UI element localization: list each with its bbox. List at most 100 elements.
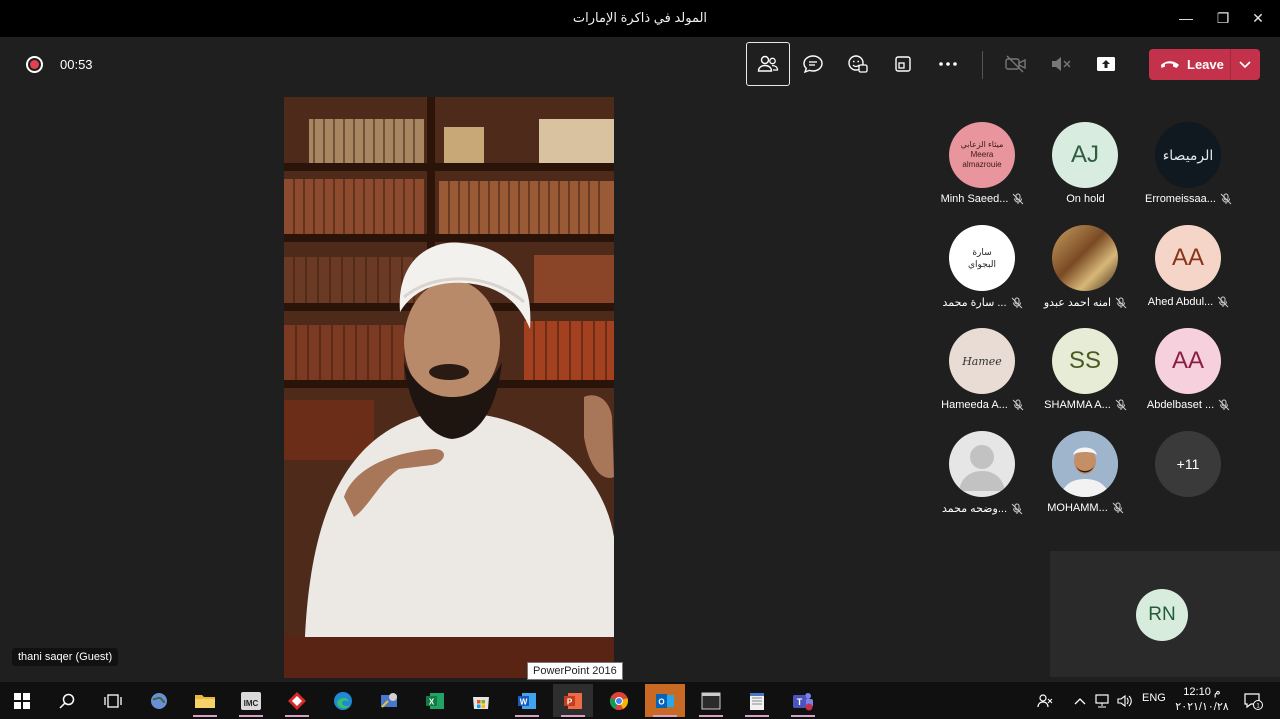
leave-label: Leave <box>1187 57 1224 72</box>
taskbar-app-teams[interactable]: T <box>783 684 823 717</box>
participants-button[interactable] <box>746 42 790 86</box>
terminal-icon <box>701 692 721 709</box>
input-language[interactable]: ENG <box>1142 692 1166 704</box>
tray-network-button[interactable] <box>1092 684 1114 717</box>
taskbar-app-notepad[interactable] <box>737 684 777 717</box>
search-button[interactable] <box>47 684 87 717</box>
taskbar-app-chrome[interactable] <box>599 684 639 717</box>
taskbar-app-imc[interactable]: IMC <box>231 684 271 717</box>
participant-name-row: Minh Saeed... <box>925 193 1040 205</box>
window-titlebar: المولد في ذاكرة الإمارات — ❐ ✕ <box>0 0 1280 37</box>
leave-button[interactable]: Leave <box>1149 49 1260 80</box>
svg-text:P: P <box>567 697 573 706</box>
tray-overflow-button[interactable] <box>1070 684 1090 717</box>
svg-text:O: O <box>658 697 664 706</box>
tray-volume-button[interactable] <box>1114 684 1136 717</box>
camera-toggle-button[interactable] <box>994 42 1038 86</box>
chat-icon <box>803 55 823 74</box>
toolbar-divider <box>982 51 983 79</box>
mic-muted-icon <box>1012 399 1024 411</box>
participant-tile[interactable]: وضحه محمد... <box>931 427 1034 527</box>
participant-tile[interactable]: سارة البجواي سارة محمد ... <box>931 221 1034 321</box>
word-icon: W <box>518 692 536 709</box>
mic-toggle-button[interactable] <box>1039 42 1083 86</box>
participant-name-row: سارة محمد ... <box>925 296 1040 309</box>
avatar: ميثاء الزعابي Meera almazrouie <box>949 122 1015 188</box>
people-icon <box>1037 693 1053 707</box>
windows-taskbar: IMC X W P O T ENG م 12:10 ٢٠٢١/١٠/٢٨ 1 <box>0 682 1280 719</box>
participant-name: MOHAMM... <box>1047 502 1108 514</box>
participant-name: On hold <box>1066 193 1105 205</box>
participant-name-row: Erromeissaa... <box>1131 193 1246 205</box>
taskbar-app-tool[interactable] <box>369 684 409 717</box>
share-content-button[interactable] <box>1084 42 1128 86</box>
participant-tile[interactable]: SS SHAMMA A... <box>1034 324 1137 424</box>
mic-muted-icon <box>1011 297 1022 308</box>
taskbar-app-explorer[interactable] <box>185 684 225 717</box>
camera-off-icon <box>1005 55 1026 73</box>
folder-icon <box>195 694 215 708</box>
participant-name: وضحه محمد... <box>941 503 1007 515</box>
mic-muted-icon <box>1115 297 1127 308</box>
minimize-button[interactable]: — <box>1171 4 1201 32</box>
maximize-button[interactable]: ❐ <box>1208 4 1238 32</box>
leave-divider <box>1230 49 1231 80</box>
participant-name-row: امنه احمد عبدو <box>1028 296 1143 309</box>
svg-text:T: T <box>797 697 803 707</box>
window-title: المولد في ذاكرة الإمارات <box>572 10 708 25</box>
tray-people-button[interactable] <box>1030 684 1060 717</box>
mic-muted-icon <box>1115 399 1127 411</box>
phone-hangup-icon <box>1161 60 1179 68</box>
taskbar-app-outlook[interactable]: O <box>645 684 685 717</box>
action-center-button[interactable]: 1 <box>1236 684 1270 717</box>
taskbar-app-edge[interactable] <box>323 684 363 717</box>
share-tray-icon <box>895 56 911 72</box>
people-icon <box>757 55 779 72</box>
svg-text:IMC: IMC <box>244 699 259 708</box>
excel-icon: X <box>426 692 444 709</box>
taskbar-app-terminal[interactable] <box>691 684 731 717</box>
self-avatar: RN <box>1136 589 1188 641</box>
participant-tile[interactable]: AJ On hold <box>1034 118 1137 218</box>
participant-name: امنه احمد عبدو <box>1043 297 1112 309</box>
more-participants-tile[interactable]: +11 <box>1137 427 1240 527</box>
participant-tile[interactable]: AA Ahed Abdul... <box>1137 221 1240 321</box>
chevron-up-icon <box>1074 697 1086 704</box>
more-actions-button[interactable] <box>926 42 970 86</box>
participant-tile[interactable]: Hamee Hameeda A... <box>931 324 1034 424</box>
chrome-icon <box>610 691 628 710</box>
participant-name-row: Ahed Abdul... <box>1131 296 1246 308</box>
mic-muted-icon <box>1218 399 1230 411</box>
mic-muted-icon <box>1013 193 1024 205</box>
participant-tile[interactable]: MOHAMM... <box>1034 427 1137 527</box>
avatar: الرميصاء <box>1155 122 1221 188</box>
chat-button[interactable] <box>791 42 835 86</box>
avatar: AJ <box>1052 122 1118 188</box>
mic-muted-icon <box>1112 502 1124 514</box>
recording-icon <box>26 56 43 73</box>
taskbar-app-word[interactable]: W <box>507 684 547 717</box>
taskbar-app-excel[interactable]: X <box>415 684 455 717</box>
participant-tile[interactable]: امنه احمد عبدو <box>1034 221 1137 321</box>
taskbar-app-store[interactable] <box>461 684 501 717</box>
windows-logo-icon <box>14 692 30 709</box>
participant-name: Hameeda A... <box>941 399 1008 411</box>
taskbar-app-powerpoint[interactable]: P <box>553 684 593 717</box>
reactions-button[interactable] <box>836 42 880 86</box>
avatar-subtext: Meera almazrouie <box>962 150 1002 169</box>
task-view-button[interactable] <box>93 684 133 717</box>
start-button[interactable] <box>2 684 42 717</box>
participant-tile[interactable]: الرميصاء Erromeissaa... <box>1137 118 1240 218</box>
participant-tile[interactable]: ميثاء الزعابي Meera almazrouie Minh Saee… <box>931 118 1034 218</box>
notepad-icon <box>750 692 764 710</box>
self-video-tile[interactable]: RN <box>1050 551 1280 677</box>
close-button[interactable]: ✕ <box>1243 4 1273 32</box>
rooms-button[interactable] <box>881 42 925 86</box>
taskbar-app-red[interactable] <box>277 684 317 717</box>
taskbar-app-globe[interactable] <box>139 684 179 717</box>
participant-name: Abdelbaset ... <box>1146 399 1215 411</box>
participant-name-row: Hameeda A... <box>925 399 1040 411</box>
speaker-video[interactable] <box>284 97 614 678</box>
participant-tile[interactable]: AA Abdelbaset ... <box>1137 324 1240 424</box>
taskbar-clock[interactable]: م 12:10 ٢٠٢١/١٠/٢٨ <box>1172 685 1232 715</box>
